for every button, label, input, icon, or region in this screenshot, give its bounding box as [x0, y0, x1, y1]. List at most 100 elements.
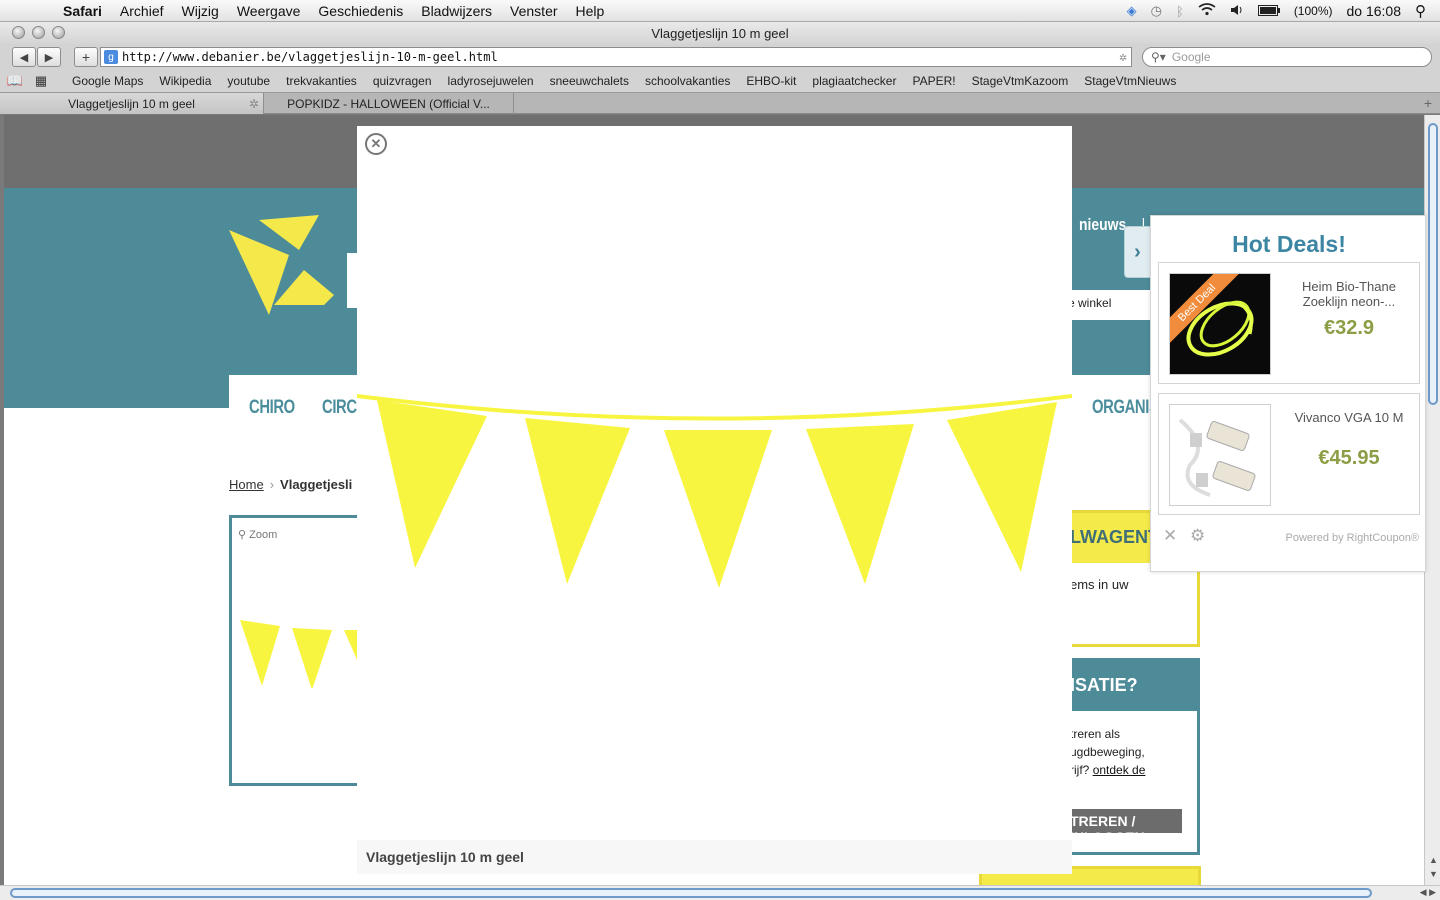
bookmark-schoolvakanties[interactable]: schoolvakanties [637, 74, 738, 88]
reading-list-icon[interactable]: 📖 [0, 73, 30, 89]
tab-popkidz[interactable]: POPKIDZ - HALLOWEEN (Official V... [264, 93, 514, 114]
deals-collapse-button[interactable]: › [1124, 226, 1150, 278]
lightbox: ✕ Vlaggetjeslijn 10 m geel [357, 126, 1072, 874]
zoom-hint[interactable]: ⚲ Zoom [238, 528, 277, 541]
add-bookmark-button[interactable]: + [74, 47, 98, 67]
org-line-3: rijf? ontdek de [1070, 761, 1197, 779]
deal-price: €45.95 [1318, 447, 1380, 469]
menu-wijzig[interactable]: Wijzig [173, 3, 228, 19]
pennant [664, 430, 772, 588]
pennant [525, 418, 630, 584]
lightbox-caption: Vlaggetjeslijn 10 m geel [357, 840, 1072, 874]
bookmark-paper[interactable]: PAPER! [904, 74, 963, 88]
tab-loading-spinner-icon: ✲ [248, 96, 259, 111]
bookmark-plagiaatchecker[interactable]: plagiaatchecker [804, 74, 904, 88]
horizontal-scrollbar[interactable]: ◀ ▶ [0, 885, 1440, 900]
nav-organisatie[interactable]: ORGANIS [1092, 397, 1159, 419]
top-sites-grid-icon[interactable]: ▦ [30, 73, 52, 89]
new-tab-button[interactable]: + [1424, 95, 1432, 111]
org-line-2: ugdbeweging, [1070, 745, 1145, 759]
nav-chiro[interactable]: CHIRO [249, 397, 295, 419]
menu-archief[interactable]: Archief [111, 3, 173, 19]
menubar: Safari Archief Wijzig Weergave Geschiede… [0, 0, 1440, 22]
zoom-label: Zoom [249, 529, 278, 541]
menu-bladwijzers[interactable]: Bladwijzers [412, 3, 501, 19]
deal-name[interactable]: Vivanco VGA 10 M [1287, 410, 1411, 425]
vertical-scroll-arrows-icon[interactable]: ▲ ▼ [1429, 853, 1438, 881]
bookmark-stagevtmkazoom[interactable]: StageVtmKazoom [964, 74, 1077, 88]
magnifier-icon: ⚲ [238, 529, 250, 541]
bookmark-youtube[interactable]: youtube [219, 74, 278, 88]
bookmark-stagevtmnieuws[interactable]: StageVtmNieuws [1076, 74, 1184, 88]
close-window-button[interactable] [12, 26, 25, 39]
product-image-box[interactable]: ⚲ Zoom [229, 515, 370, 786]
back-button[interactable]: ◀ [12, 47, 36, 67]
spotlight-search-icon[interactable]: ⚲ [1415, 2, 1426, 20]
volume-icon[interactable] [1230, 4, 1244, 19]
bookmark-wikipedia[interactable]: Wikipedia [151, 74, 219, 88]
close-lightbox-icon[interactable]: ✕ [365, 133, 387, 155]
bookmark-google-maps[interactable]: Google Maps [64, 74, 151, 88]
zoom-window-button[interactable] [52, 26, 65, 39]
deal-item[interactable]: Best Deal Heim Bio-Thane Zoeklijn neon-.… [1158, 262, 1420, 384]
search-icon: ⚲▾ [1151, 50, 1166, 64]
organisation-text: treren als ugdbeweging, rijf? ontdek de [1064, 711, 1197, 779]
bookmark-ehbo-kit[interactable]: EHBO-kit [738, 74, 804, 88]
battery-percentage: (100%) [1293, 4, 1333, 18]
close-deals-icon[interactable]: ✕ [1163, 526, 1177, 545]
horizontal-scroll-arrows-icon[interactable]: ◀ ▶ [1420, 887, 1436, 898]
organisation-box: ISATIE? treren als ugdbeweging, rijf? on… [1064, 658, 1200, 855]
bookmark-quizvragen[interactable]: quizvragen [365, 74, 440, 88]
minimize-window-button[interactable] [32, 26, 45, 39]
bookmark-trekvakanties[interactable]: trekvakanties [278, 74, 365, 88]
menu-safari[interactable]: Safari [54, 3, 111, 19]
menu-weergave[interactable]: Weergave [228, 3, 310, 19]
bookmarks-bar: 📖 ▦ Google Maps Wikipedia youtube trekva… [0, 70, 1440, 92]
pennant [947, 402, 1057, 572]
battery-icon[interactable] [1257, 4, 1280, 19]
discover-link[interactable]: ontdek de [1093, 763, 1146, 777]
menu-help[interactable]: Help [567, 3, 614, 19]
menu-venster[interactable]: Venster [501, 3, 566, 19]
tab-bar: Vlaggetjeslijn 10 m geel ✲ POPKIDZ - HAL… [0, 92, 1440, 114]
deal-image[interactable]: Best Deal [1169, 273, 1271, 375]
top-nav-nieuws[interactable]: nieuws [1079, 215, 1126, 234]
forward-button[interactable]: ▶ [37, 47, 61, 67]
tab-label: POPKIDZ - HALLOWEEN (Official V... [287, 96, 490, 111]
browser-toolbar: ◀ ▶ + g http://www.debanier.be/vlaggetje… [0, 44, 1440, 70]
breadcrumb-home[interactable]: Home [229, 477, 264, 492]
register-login-button[interactable]: TREREN / INLOGGEN [1064, 809, 1182, 845]
window-titlebar: Vlaggetjeslijn 10 m geel [0, 22, 1440, 44]
site-logo[interactable] [229, 215, 359, 315]
menu-geschiedenis[interactable]: Geschiedenis [309, 3, 412, 19]
time-machine-icon[interactable]: ◷ [1151, 3, 1162, 19]
menubar-clock[interactable]: do 16:08 [1347, 3, 1402, 19]
vga-cable-image [1178, 418, 1256, 497]
bluetooth-icon[interactable]: ᛒ [1176, 4, 1184, 19]
loading-spinner-icon: ✲ [1119, 50, 1127, 65]
shop-link[interactable]: e winkel [1064, 290, 1154, 320]
deal-price: €32.9 [1323, 317, 1375, 339]
dropbox-icon[interactable]: ◈ [1127, 3, 1137, 19]
settings-gear-icon[interactable]: ⚙ [1190, 526, 1205, 545]
horizontal-scroll-thumb[interactable] [10, 888, 1372, 898]
deal-image[interactable] [1169, 404, 1271, 506]
wifi-icon[interactable] [1198, 3, 1216, 19]
bookmark-ladyrosejuwelen[interactable]: ladyrosejuwelen [440, 74, 542, 88]
favicon-icon: g [104, 50, 118, 64]
address-bar[interactable]: g http://www.debanier.be/vlaggetjeslijn-… [100, 47, 1132, 67]
bookmark-sneeuwchalets[interactable]: sneeuwchalets [542, 74, 637, 88]
search-input[interactable]: ⚲▾ Google [1142, 47, 1432, 67]
vertical-scroll-thumb[interactable] [1428, 123, 1438, 405]
pennant [806, 424, 914, 584]
deal-item[interactable]: Vivanco VGA 10 M €45.95 [1158, 393, 1420, 515]
deals-footer-icons: ✕ ⚙ [1163, 526, 1213, 546]
lightbox-product-image [357, 394, 1072, 588]
window-controls [12, 26, 65, 39]
org-line-3-text: rijf? [1070, 763, 1090, 777]
powered-by[interactable]: Powered by RightCoupon® [1286, 532, 1419, 544]
deal-name[interactable]: Heim Bio-Thane Zoeklijn neon-... [1287, 279, 1411, 309]
tab-vlaggetjeslijn[interactable]: Vlaggetjeslijn 10 m geel ✲ [0, 93, 264, 114]
breadcrumb-current: Vlaggetjesli [280, 477, 353, 492]
url-text: http://www.debanier.be/vlaggetjeslijn-10… [122, 50, 498, 64]
